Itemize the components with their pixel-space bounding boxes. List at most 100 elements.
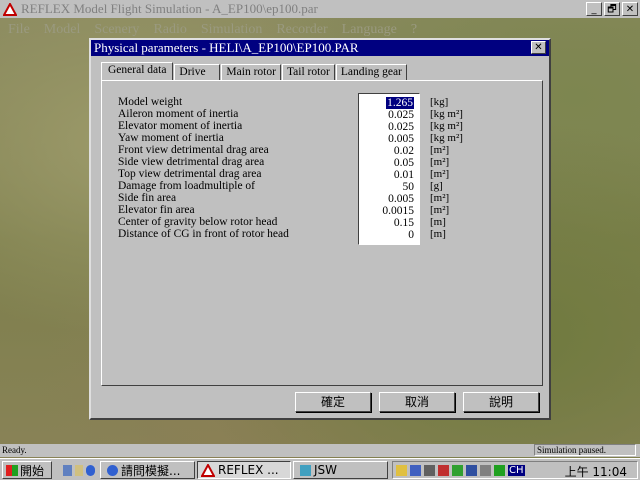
tab-general-data[interactable]: General data [101,62,174,80]
param-unit: [m²] [430,144,450,156]
dialog-close-button[interactable]: ✕ [531,41,546,54]
start-button[interactable]: 開始 [2,461,52,479]
help-button[interactable]: 說明 [463,392,539,412]
keyboard-icon[interactable] [424,464,435,476]
param-value-field[interactable]: 0.005 [382,133,414,145]
param-unit: [m²] [430,156,450,168]
dialog-title-bar: Physical parameters - HELI\A_EP100\EP100… [91,40,549,56]
ie-icon [107,464,118,476]
param-values-box: 1.265 0.025 0.025 0.005 0.02 0.05 0.01 5… [358,93,420,245]
param-unit: [kg m²] [430,132,463,144]
param-label: Yaw moment of inertia [118,132,224,144]
app-title-bar: REFLEX Model Flight Simulation - A_EP100… [0,0,640,18]
status-bar: Ready. Simulation paused. [0,444,640,457]
param-value-field[interactable]: 0.02 [382,145,414,157]
status-left: Ready. [2,445,27,455]
param-label: Side view detrimental drag area [118,156,265,168]
battery-icon[interactable] [494,464,505,476]
param-label: Top view detrimental drag area [118,168,262,180]
param-value-field[interactable]: 0.01 [382,169,414,181]
param-value-field[interactable]: 1.265 [382,97,414,109]
menu-scenery[interactable]: Scenery [94,22,139,38]
taskbar-item-browser[interactable]: 請問模擬... [100,461,195,479]
param-unit: [m²] [430,204,450,216]
param-value-field[interactable]: 50 [382,181,415,193]
tab-landing-gear[interactable]: Landing gear [335,64,407,80]
param-label: Model weight [118,96,183,108]
language-indicator[interactable]: CH [508,464,525,476]
tab-drive[interactable]: Drive [174,64,221,80]
param-labels: Model weight Aileron moment of inertia E… [118,96,289,240]
dialog-title: Physical parameters - HELI\A_EP100\EP100… [94,40,359,55]
menu-language[interactable]: Language [342,22,397,38]
param-label: Distance of CG in front of rotor head [118,228,289,240]
param-unit: [m²] [430,168,450,180]
taskbar-item-jsw[interactable]: JSW [293,461,388,479]
taskbar-item-label: 請問模擬... [121,463,181,478]
param-units: [kg] [kg m²] [kg m²] [kg m²] [m²] [m²] [… [430,96,463,240]
param-unit: [m] [430,228,446,240]
clock[interactable]: 上午 11:04 [565,463,627,480]
minimize-button[interactable]: _ [586,2,602,16]
reflex-logo-icon [2,2,18,16]
dialog-button-row: 確定 取消 說明 [295,392,539,412]
param-unit: [kg m²] [430,120,463,132]
param-label: Damage from loadmultiple of [118,180,256,192]
menu-bar: File Model Scenery Radio Simulation Reco… [0,20,640,40]
param-label: Front view detrimental drag area [118,144,269,156]
restore-button[interactable]: 🗗 [604,2,620,16]
pen-icon[interactable] [410,464,421,476]
param-value-field[interactable]: 0.0015 [382,205,414,217]
param-unit: [g] [430,180,443,192]
param-label: Center of gravity below rotor head [118,216,278,228]
param-value-field[interactable]: 0.005 [382,193,414,205]
close-app-button[interactable]: ✕ [622,2,638,16]
tab-main-rotor[interactable]: Main rotor [221,64,281,80]
param-unit: [kg m²] [430,108,463,120]
jsw-icon [300,464,311,476]
taskbar-item-label: JSW [314,463,338,477]
ie-icon[interactable] [86,464,95,476]
tab-strip: General data Drive Main rotor Tail rotor… [101,62,408,80]
volume-icon[interactable] [396,464,407,476]
param-unit: [m] [430,216,446,228]
monitor-icon[interactable] [466,464,477,476]
param-label: Side fin area [118,192,177,204]
cancel-button[interactable]: 取消 [379,392,455,412]
param-label: Elevator fin area [118,204,195,216]
param-label: Aileron moment of inertia [118,108,239,120]
general-data-panel: Model weight Aileron moment of inertia E… [101,80,543,386]
speaker-icon[interactable] [480,464,491,476]
app-title: REFLEX Model Flight Simulation - A_EP100… [21,1,318,16]
system-tray: CH 上午 11:04 [392,461,638,479]
display-icon[interactable] [452,464,463,476]
desktop-icon[interactable] [63,464,72,476]
param-value-field[interactable]: 0 [382,229,414,241]
param-unit: [m²] [430,192,450,204]
quick-launch [56,461,96,479]
selected-value[interactable]: 1.265 [386,97,414,109]
windows-logo-icon [6,464,18,476]
network-icon[interactable] [438,464,449,476]
taskbar: 開始 請問模擬... REFLEX ... JSW CH 上午 11:04 [0,458,640,480]
ok-button[interactable]: 確定 [295,392,371,412]
start-label: 開始 [20,463,45,478]
param-value-field[interactable]: 0.025 [382,121,414,133]
menu-simulation[interactable]: Simulation [201,22,262,38]
taskbar-item-reflex[interactable]: REFLEX ... [197,461,291,479]
mail-icon[interactable] [74,464,84,476]
reflex-logo-icon [201,463,215,477]
param-value-field[interactable]: 0.05 [382,157,414,169]
menu-help[interactable]: ? [411,22,417,38]
param-value-field[interactable]: 0.025 [382,109,414,121]
param-unit: [kg] [430,96,449,108]
physical-parameters-dialog: Physical parameters - HELI\A_EP100\EP100… [89,38,551,420]
tab-tail-rotor[interactable]: Tail rotor [281,64,335,80]
menu-file[interactable]: File [8,22,30,38]
status-right: Simulation paused. [534,444,636,456]
param-value-field[interactable]: 0.15 [382,217,414,229]
param-label: Elevator moment of inertia [118,120,243,132]
menu-model[interactable]: Model [44,22,81,38]
menu-recorder[interactable]: Recorder [276,22,327,38]
menu-radio[interactable]: Radio [153,22,186,38]
